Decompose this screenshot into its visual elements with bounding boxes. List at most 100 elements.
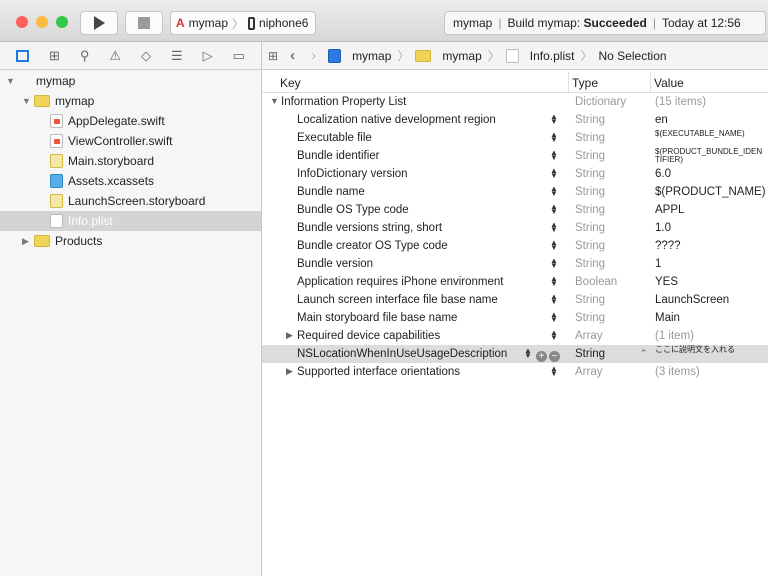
plist-key[interactable]: Bundle name bbox=[297, 186, 365, 198]
debug-icon[interactable]: ☰ bbox=[171, 48, 183, 64]
plist-row[interactable]: NSLocationWhenInUseUsageDescription ▲ ▼ + − S… bbox=[262, 345, 768, 363]
plist-value[interactable]: 1 bbox=[655, 258, 765, 270]
plist-value[interactable]: en bbox=[655, 114, 765, 126]
plist-key[interactable]: Localization native development region bbox=[297, 114, 496, 126]
plist-value[interactable]: 6.0 bbox=[655, 168, 765, 180]
plist-value[interactable]: (15 items) bbox=[655, 96, 765, 108]
plist-type[interactable]: String bbox=[575, 114, 605, 126]
plist-row[interactable]: ▼ Information Property List Dictionary (15 … bbox=[262, 93, 768, 111]
plist-key[interactable]: Bundle creator OS Type code bbox=[297, 240, 448, 252]
column-value[interactable]: Value bbox=[654, 76, 684, 90]
plist-value[interactable]: ここに説明文を入れる bbox=[655, 346, 765, 354]
plist-row[interactable]: Application requires iPhone environment ▲… bbox=[262, 273, 768, 291]
sidebar-item[interactable]: AppDelegate.swift bbox=[0, 111, 261, 131]
disclosure-triangle[interactable]: ▶ bbox=[286, 366, 293, 377]
sidebar-item[interactable]: Main.storyboard bbox=[0, 151, 261, 171]
disclosure-triangle[interactable]: ▼ bbox=[22, 96, 34, 106]
plist-type[interactable]: String bbox=[575, 150, 605, 162]
key-stepper-icon[interactable]: ▲ ▼ bbox=[550, 167, 558, 180]
plist-type[interactable]: String bbox=[575, 312, 605, 324]
plist-type[interactable]: Array bbox=[575, 330, 602, 342]
key-stepper-icon[interactable]: ▲ ▼ bbox=[550, 113, 558, 126]
breadcrumb-folder[interactable]: mymap bbox=[442, 49, 481, 63]
plist-key[interactable]: Executable file bbox=[297, 132, 372, 144]
column-key[interactable]: Key bbox=[280, 76, 301, 90]
stop-button[interactable] bbox=[125, 11, 163, 35]
disclosure-triangle[interactable]: ▼ bbox=[6, 76, 18, 86]
breadcrumb-file[interactable]: Info.plist bbox=[530, 49, 575, 63]
related-items-icon[interactable]: ⊞ bbox=[268, 49, 278, 63]
column-type[interactable]: Type bbox=[572, 76, 598, 90]
key-stepper-icon[interactable]: ▲ ▼ bbox=[550, 149, 558, 162]
plist-row[interactable]: Bundle name ▲ ▼ String $(PRODUCT_NAME) bbox=[262, 183, 768, 201]
forward-icon[interactable]: › bbox=[311, 47, 316, 64]
plist-key[interactable]: Supported interface orientations bbox=[297, 366, 460, 378]
plist-value[interactable]: APPL bbox=[655, 204, 765, 216]
key-stepper-icon[interactable]: ▲ ▼ bbox=[550, 257, 558, 270]
plist-type[interactable]: Boolean bbox=[575, 276, 617, 288]
plist-type[interactable]: String bbox=[575, 204, 605, 216]
plist-row[interactable]: Bundle creator OS Type code ▲ ▼ String???? bbox=[262, 237, 768, 255]
plist-value[interactable]: LaunchScreen bbox=[655, 294, 765, 306]
report-icon[interactable]: ▭ bbox=[233, 48, 245, 64]
key-stepper-icon[interactable]: ▲ ▼ bbox=[550, 311, 558, 324]
plist-key[interactable]: Main storyboard file base name bbox=[297, 312, 457, 324]
breakpoint-icon[interactable]: ▷ bbox=[203, 48, 213, 64]
plist-type[interactable]: String bbox=[575, 240, 605, 252]
plist-value[interactable]: YES bbox=[655, 276, 765, 288]
key-stepper-icon[interactable]: ▲ ▼ bbox=[550, 239, 558, 252]
sidebar-item[interactable]: ▼ mymap bbox=[0, 71, 261, 91]
plist-key[interactable]: Information Property List bbox=[281, 96, 406, 108]
disclosure-triangle[interactable]: ▼ bbox=[270, 96, 279, 106]
plist-value[interactable]: 1.0 bbox=[655, 222, 765, 234]
plist-key[interactable]: Bundle versions string, short bbox=[297, 222, 442, 234]
plist-row[interactable]: Bundle version ▲ ▼ String 1 bbox=[262, 255, 768, 273]
breadcrumb-project[interactable]: mymap bbox=[352, 49, 391, 63]
plist-row[interactable]: Launch screen interface file base name ▲ ▼… bbox=[262, 291, 768, 309]
key-stepper-icon[interactable]: ▲ ▼ bbox=[550, 221, 558, 234]
close-button[interactable] bbox=[16, 16, 28, 28]
sidebar-item[interactable]: ▶ Products bbox=[0, 231, 261, 251]
plist-row[interactable]: ▶ Supported interface orientations ▲ ▼ Array… bbox=[262, 363, 768, 381]
plist-row[interactable]: Localization native development region ▲ ▼… bbox=[262, 111, 768, 129]
plist-type[interactable]: String bbox=[575, 186, 605, 198]
scheme-selector[interactable]: A mymap 〉 niphone6 bbox=[170, 11, 316, 35]
key-stepper-icon[interactable]: ▲ ▼ bbox=[524, 347, 532, 360]
plist-key[interactable]: InfoDictionary version bbox=[297, 168, 408, 180]
disclosure-triangle[interactable]: ▶ bbox=[286, 330, 293, 341]
plist-type[interactable]: String bbox=[575, 222, 605, 234]
search-icon[interactable]: ⚲ bbox=[80, 48, 90, 64]
sidebar-item[interactable]: Info.plist bbox=[0, 211, 261, 231]
plist-key[interactable]: Application requires iPhone environment bbox=[297, 276, 503, 288]
plist-key[interactable]: Bundle identifier bbox=[297, 150, 379, 162]
hierarchy-icon[interactable]: ⊞ bbox=[49, 48, 60, 64]
disclosure-triangle[interactable]: ▶ bbox=[22, 236, 34, 247]
plist-key[interactable]: Bundle version bbox=[297, 258, 373, 270]
column-divider[interactable] bbox=[650, 72, 651, 92]
plist-type[interactable]: String bbox=[575, 258, 605, 270]
breadcrumb-selection[interactable]: No Selection bbox=[599, 49, 667, 63]
sidebar-item[interactable]: LaunchScreen.storyboard bbox=[0, 191, 261, 211]
key-stepper-icon[interactable]: ▲ ▼ bbox=[550, 203, 558, 216]
back-icon[interactable]: ‹ bbox=[290, 47, 295, 64]
plist-row[interactable]: Bundle identifier ▲ ▼ String $(PRODUCT_BUNDL… bbox=[262, 147, 768, 165]
column-divider[interactable] bbox=[568, 72, 569, 92]
plist-row[interactable]: Bundle OS Type code ▲ ▼ String APPL bbox=[262, 201, 768, 219]
key-stepper-icon[interactable]: ▲ ▼ bbox=[550, 131, 558, 144]
plist-value[interactable]: (3 items) bbox=[655, 366, 765, 378]
zoom-button[interactable] bbox=[56, 16, 68, 28]
key-stepper-icon[interactable]: ▲ ▼ bbox=[550, 365, 558, 378]
plist-type[interactable]: String bbox=[575, 168, 605, 180]
key-stepper-icon[interactable]: ▲ ▼ bbox=[550, 293, 558, 306]
plist-type[interactable]: Dictionary bbox=[575, 96, 626, 108]
plist-type[interactable]: String bbox=[575, 348, 605, 360]
test-icon[interactable]: ◇ bbox=[141, 48, 151, 64]
plist-row[interactable]: ▶ Required device capabilities ▲ ▼ Array (1 i… bbox=[262, 327, 768, 345]
type-popup-icon[interactable]: ⌃ bbox=[640, 348, 648, 359]
plist-value[interactable]: ???? bbox=[655, 240, 765, 252]
warning-icon[interactable]: ⚠ bbox=[109, 48, 121, 64]
sidebar-item[interactable]: ViewController.swift bbox=[0, 131, 261, 151]
plist-value[interactable]: (1 item) bbox=[655, 330, 765, 342]
plist-key[interactable]: NSLocationWhenInUseUsageDescription bbox=[297, 348, 507, 360]
plist-value[interactable]: $(PRODUCT_NAME) bbox=[655, 186, 766, 198]
